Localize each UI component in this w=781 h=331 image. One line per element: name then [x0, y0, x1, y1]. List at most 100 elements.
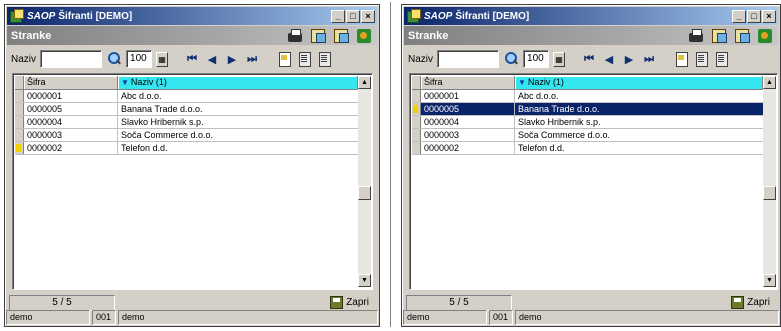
table-row[interactable]: 0000002 Telefon d.d.: [15, 142, 358, 155]
grid-footer: 5 / 5 Zapri: [406, 294, 776, 311]
app-icon: [9, 9, 24, 23]
next-record-button[interactable]: ▶: [621, 53, 637, 66]
minimize-button[interactable]: _: [732, 9, 746, 23]
search-label: Naziv: [11, 53, 37, 65]
copy-icon[interactable]: [311, 28, 326, 43]
table-row[interactable]: 0000003 Soča Commerce d.o.o.: [15, 129, 358, 142]
grid-header: Šifra ▼ Naziv (1): [412, 76, 763, 90]
first-record-button[interactable]: ⏮: [581, 53, 597, 66]
printer-icon[interactable]: [689, 28, 703, 42]
search-toolbar: Naziv 100 ▦ ⏮ ◀ ▶ ⏭: [404, 47, 778, 71]
status-bar: demo 001 demo: [6, 310, 378, 325]
column-header-naziv[interactable]: ▼ Naziv (1): [515, 76, 763, 90]
grid-header: Šifra ▼ Naziv (1): [15, 76, 358, 90]
first-record-button[interactable]: ⏮: [184, 53, 200, 66]
current-row-indicator: [412, 103, 421, 115]
new-record-icon[interactable]: [673, 51, 689, 67]
column-header-sifra[interactable]: Šifra: [24, 76, 118, 90]
scroll-down-icon[interactable]: ▼: [763, 274, 776, 287]
close-button[interactable]: ×: [762, 9, 776, 23]
record-limit-input[interactable]: 100: [126, 50, 153, 68]
record-limit-input[interactable]: 100: [523, 50, 550, 68]
table-row[interactable]: 0000002 Telefon d.d.: [412, 142, 763, 155]
column-header-naziv[interactable]: ▼ Naziv (1): [118, 76, 358, 90]
table-row[interactable]: 0000004 Slavko Hribernik s.p.: [15, 116, 358, 129]
exit-icon[interactable]: [758, 28, 772, 43]
status-company-name: demo: [515, 310, 779, 325]
edit-record-icon[interactable]: [296, 51, 312, 67]
search-icon[interactable]: [503, 51, 519, 67]
edit-record-icon[interactable]: [693, 51, 709, 67]
search-icon[interactable]: [106, 51, 122, 67]
section-banner: Stranke: [404, 26, 778, 45]
record-counter: 5 / 5: [9, 294, 115, 311]
table-row[interactable]: 0000004 Slavko Hribernik s.p.: [412, 116, 763, 129]
new-record-icon[interactable]: [276, 51, 292, 67]
scroll-thumb[interactable]: [763, 186, 776, 200]
app-brand: SAOP: [424, 10, 453, 22]
next-record-button[interactable]: ▶: [224, 53, 240, 66]
prev-record-button[interactable]: ◀: [204, 53, 220, 66]
vertical-scrollbar[interactable]: ▲ ▼: [763, 76, 776, 287]
grid-footer: 5 / 5 Zapri: [9, 294, 375, 311]
title-bar[interactable]: SAOP Šifranti [DEMO] _ □ ×: [404, 7, 778, 25]
copy-records-icon[interactable]: [334, 28, 349, 43]
exit-icon[interactable]: [357, 28, 371, 43]
close-save-button[interactable]: Zapri: [330, 296, 375, 309]
search-input[interactable]: [40, 50, 103, 68]
maximize-button[interactable]: □: [346, 9, 360, 23]
last-record-button[interactable]: ⏭: [641, 53, 657, 66]
app-brand: SAOP: [27, 10, 56, 22]
scroll-down-icon[interactable]: ▼: [358, 274, 371, 287]
panel-divider: [390, 2, 392, 327]
sort-desc-icon: ▼: [518, 78, 526, 87]
last-record-button[interactable]: ⏭: [244, 53, 260, 66]
sort-desc-icon: ▼: [121, 78, 129, 87]
status-company-code: 001: [489, 310, 513, 325]
table-row[interactable]: 0000001 Abc d.o.o.: [15, 90, 358, 103]
vertical-scrollbar[interactable]: ▲ ▼: [358, 76, 371, 287]
table-row[interactable]: 0000005 Banana Trade d.o.o.: [15, 103, 358, 116]
save-icon: [330, 296, 344, 309]
table-row-selected[interactable]: 0000005 Banana Trade d.o.o.: [412, 103, 763, 116]
status-user: demo: [6, 310, 90, 325]
window-title: Šifranti [DEMO]: [58, 10, 133, 22]
data-grid: Šifra ▼ Naziv (1) 0000001 Abc d.o.o. 00000…: [12, 73, 373, 290]
minimize-button[interactable]: _: [331, 9, 345, 23]
status-user: demo: [403, 310, 487, 325]
table-row[interactable]: 0000001 Abc d.o.o.: [412, 90, 763, 103]
copy-records-icon[interactable]: [735, 28, 750, 43]
maximize-button[interactable]: □: [747, 9, 761, 23]
section-title: Stranke: [11, 29, 52, 42]
title-bar[interactable]: SAOP Šifranti [DEMO] _ □ ×: [7, 7, 377, 25]
scroll-up-icon[interactable]: ▲: [358, 76, 371, 89]
delete-record-icon[interactable]: [713, 51, 729, 67]
sifranti-window-left: SAOP Šifranti [DEMO] _ □ × Stranke Naziv…: [4, 4, 380, 327]
search-toolbar: Naziv 100 ▦ ⏮ ◀ ▶ ⏭: [7, 47, 377, 71]
copy-icon[interactable]: [712, 28, 727, 43]
table-row[interactable]: 0000003 Soča Commerce d.o.o.: [412, 129, 763, 142]
status-bar: demo 001 demo: [403, 310, 779, 325]
scroll-thumb[interactable]: [358, 186, 371, 200]
save-icon: [731, 296, 745, 309]
section-banner: Stranke: [7, 26, 377, 45]
delete-record-icon[interactable]: [316, 51, 332, 67]
close-save-button[interactable]: Zapri: [731, 296, 776, 309]
current-row-indicator: [15, 142, 24, 154]
record-counter: 5 / 5: [406, 294, 512, 311]
section-title: Stranke: [408, 29, 449, 42]
search-input[interactable]: [437, 50, 500, 68]
data-grid: Šifra ▼ Naziv (1) 0000001 Abc d.o.o. 00000…: [409, 73, 778, 290]
prev-record-button[interactable]: ◀: [601, 53, 617, 66]
search-label: Naziv: [408, 53, 434, 65]
sifranti-window-right: SAOP Šifranti [DEMO] _ □ × Stranke Naziv…: [401, 4, 781, 327]
calculator-icon[interactable]: ▦: [553, 51, 566, 67]
close-button[interactable]: ×: [361, 9, 375, 23]
status-company-name: demo: [118, 310, 378, 325]
status-company-code: 001: [92, 310, 116, 325]
scroll-up-icon[interactable]: ▲: [763, 76, 776, 89]
app-icon: [406, 9, 421, 23]
calculator-icon[interactable]: ▦: [156, 51, 169, 67]
column-header-sifra[interactable]: Šifra: [421, 76, 515, 90]
printer-icon[interactable]: [288, 28, 302, 42]
